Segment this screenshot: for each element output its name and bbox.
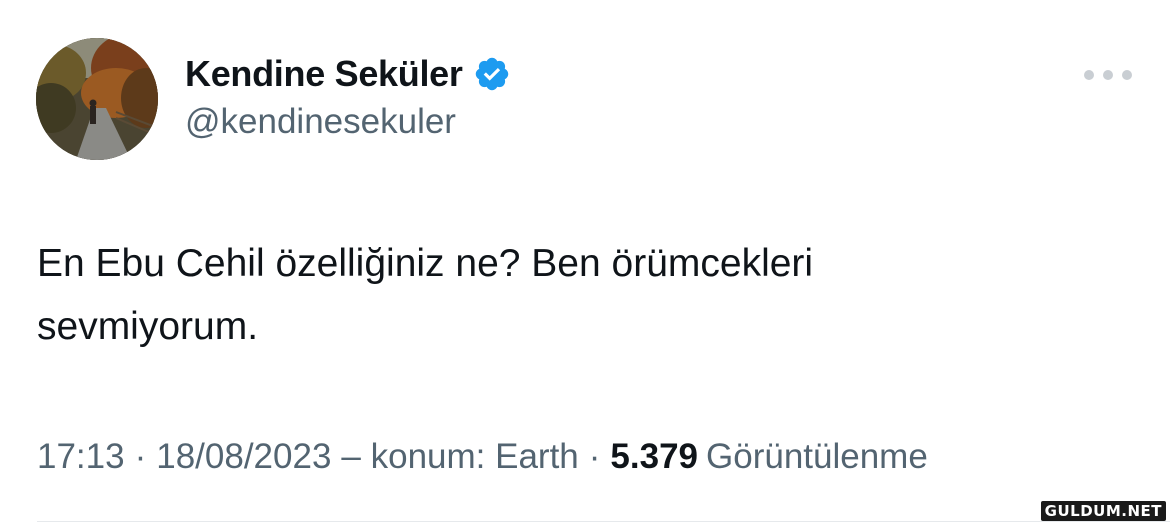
- verified-badge-icon: [473, 55, 511, 93]
- views-count[interactable]: 5.379: [610, 437, 698, 477]
- tweet-time[interactable]: 17:13: [37, 437, 125, 477]
- tweet-date[interactable]: 18/08/2023: [156, 437, 331, 477]
- author-handle[interactable]: @kendinesekuler: [185, 102, 456, 142]
- more-options-icon[interactable]: [1084, 66, 1132, 84]
- more-dot: [1084, 70, 1094, 80]
- more-dot: [1103, 70, 1113, 80]
- author-name-row[interactable]: Kendine Seküler: [185, 50, 511, 98]
- more-dot: [1122, 70, 1132, 80]
- tweet-text: En Ebu Cehil özelliğiniz ne? Ben örümcek…: [37, 242, 814, 348]
- divider: [37, 521, 1170, 522]
- meta-separator: ·: [134, 437, 147, 476]
- tweet-location: – konum: Earth: [341, 437, 579, 476]
- views-label[interactable]: Görüntülenme: [706, 437, 928, 477]
- meta-separator: ·: [588, 437, 601, 476]
- avatar-photo-icon: [36, 38, 158, 160]
- avatar[interactable]: [36, 38, 158, 160]
- tweet-meta: 17:13 · 18/08/2023 – konum: Earth · 5.37…: [37, 437, 928, 477]
- watermark: GULDUM.NET: [1040, 501, 1166, 521]
- author-display-name[interactable]: Kendine Seküler: [185, 53, 463, 95]
